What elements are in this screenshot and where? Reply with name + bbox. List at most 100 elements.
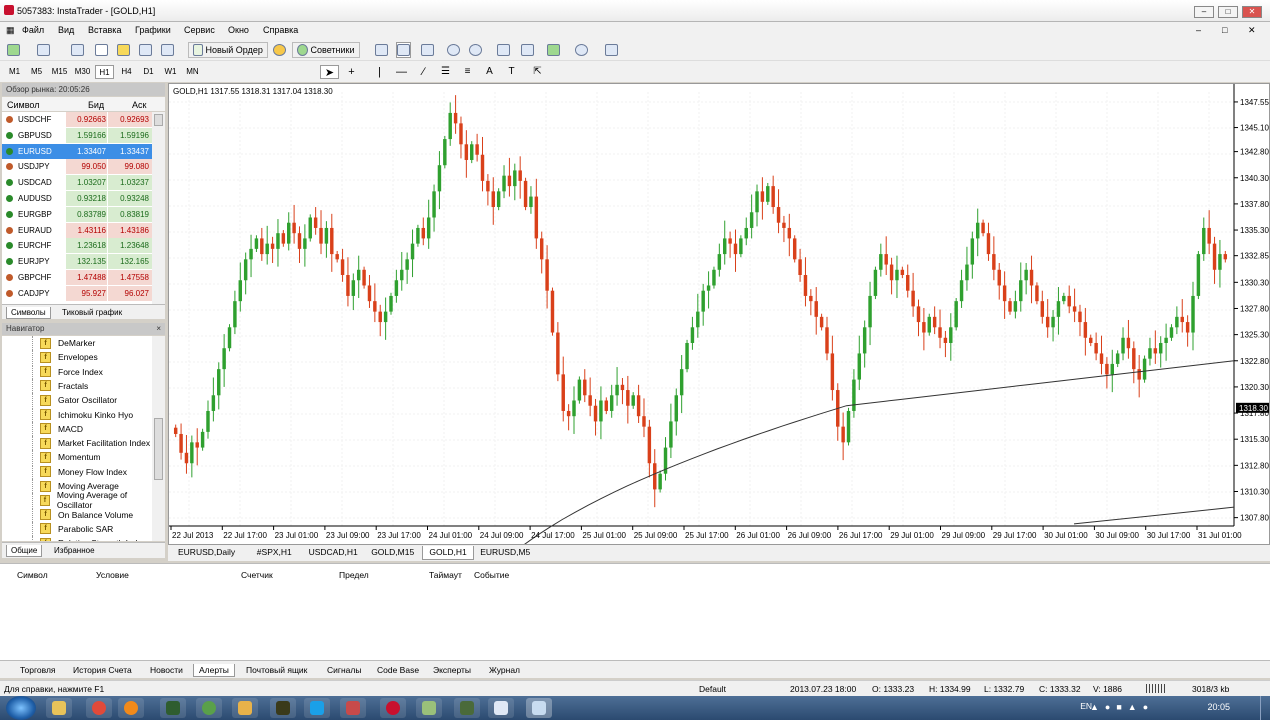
tab-journal[interactable]: Журнал bbox=[484, 664, 525, 676]
tab-experts[interactable]: Эксперты bbox=[428, 664, 476, 676]
new-chart-button[interactable] bbox=[6, 42, 21, 58]
tab-trade[interactable]: Торговля bbox=[15, 664, 61, 676]
tab-general[interactable]: Общие bbox=[6, 545, 43, 557]
taskbar-instatrader[interactable] bbox=[526, 698, 552, 718]
navigator-item[interactable]: f On Balance Volume bbox=[40, 508, 133, 522]
taskbar-app1[interactable] bbox=[160, 698, 186, 718]
zoom-out-button[interactable] bbox=[468, 42, 483, 58]
timeframe-m30[interactable]: M30 bbox=[72, 65, 93, 79]
channel-tool[interactable]: ☰ bbox=[436, 65, 455, 79]
market-row-eurchf[interactable]: EURCHF 1.23618 1.23648 bbox=[2, 238, 152, 254]
market-row-usdjpy[interactable]: USDJPY 99.050 99.080 bbox=[2, 159, 152, 175]
alerts-col-counter[interactable]: Счетчик bbox=[241, 570, 273, 580]
navigator-item[interactable]: f Market Facilitation Index bbox=[40, 436, 150, 450]
market-row-eurjpy[interactable]: EURJPY 132.135 132.165 bbox=[2, 254, 152, 270]
taskbar-app7[interactable] bbox=[416, 698, 442, 718]
navigator-item[interactable]: f Gator Oscillator bbox=[40, 393, 117, 407]
market-row-cadjpy[interactable]: CADJPY 95.927 96.027 bbox=[2, 285, 152, 301]
col-symbol[interactable]: Символ bbox=[7, 100, 39, 110]
tab-history[interactable]: История Счета bbox=[68, 664, 137, 676]
navigator-scrollbar[interactable] bbox=[152, 336, 165, 541]
tab-signals[interactable]: Сигналы bbox=[322, 664, 366, 676]
expert-advisors-button[interactable]: Советники bbox=[292, 42, 360, 58]
minimize-button[interactable]: – bbox=[1194, 6, 1214, 18]
metaeditor-button[interactable] bbox=[272, 42, 287, 58]
arrows-tool[interactable]: ⇱ bbox=[528, 65, 547, 79]
market-row-gbpusd[interactable]: GBPUSD 1.59166 1.59196 bbox=[2, 127, 152, 143]
tab-code-base[interactable]: Code Base bbox=[372, 664, 424, 676]
tab-symbols[interactable]: Символы bbox=[6, 307, 51, 319]
col-ask[interactable]: Аск bbox=[132, 100, 146, 110]
line-chart-button[interactable] bbox=[420, 42, 435, 58]
clock[interactable]: 20:05 bbox=[1207, 702, 1230, 712]
navigator-item[interactable]: f Force Index bbox=[40, 365, 103, 379]
market-row-euraud[interactable]: EURAUD 1.43116 1.43186 bbox=[2, 222, 152, 238]
periods-button[interactable] bbox=[574, 42, 589, 58]
navigator-item[interactable]: f Moving Average of Oscillator bbox=[40, 490, 152, 510]
tab-favorites[interactable]: Избранное bbox=[50, 545, 99, 556]
taskbar-app5[interactable] bbox=[340, 698, 366, 718]
tab-mailbox[interactable]: Почтовый ящик bbox=[241, 664, 312, 676]
market-row-gbpchf[interactable]: GBPCHF 1.47488 1.47558 bbox=[2, 270, 152, 285]
tray-icons[interactable]: ▲●■▲● bbox=[1090, 702, 1200, 714]
chart-tab[interactable]: GOLD,H1 bbox=[422, 546, 474, 560]
cursor-tool[interactable]: ➤ bbox=[320, 65, 339, 79]
timeframe-m5[interactable]: M5 bbox=[27, 65, 46, 79]
show-desktop-button[interactable] bbox=[1260, 696, 1270, 720]
timeframe-w1[interactable]: W1 bbox=[161, 65, 180, 79]
timeframe-d1[interactable]: D1 bbox=[139, 65, 158, 79]
indicators-button[interactable] bbox=[546, 42, 561, 58]
maximize-button[interactable]: □ bbox=[1218, 6, 1238, 18]
menu-file[interactable]: Файл bbox=[22, 25, 44, 35]
col-bid[interactable]: Бид bbox=[88, 100, 104, 110]
market-row-usdchf[interactable]: USDCHF 0.92663 0.92693 bbox=[2, 112, 152, 127]
vertical-line-tool[interactable]: | bbox=[370, 65, 389, 79]
taskbar-app2[interactable] bbox=[196, 698, 222, 718]
navigator-item[interactable]: f Parabolic SAR bbox=[40, 522, 113, 536]
bar-chart-button[interactable] bbox=[374, 42, 389, 58]
tab-alerts[interactable]: Алерты bbox=[193, 664, 235, 677]
chart-tab[interactable]: EURUSD,M5 bbox=[474, 546, 536, 560]
menu-tools[interactable]: Сервис bbox=[184, 25, 215, 35]
scroll-thumb[interactable] bbox=[154, 418, 163, 480]
navigator-item[interactable]: f Envelopes bbox=[40, 350, 98, 364]
navigator-item[interactable]: f Money Flow Index bbox=[40, 465, 127, 479]
market-watch-button[interactable] bbox=[70, 42, 85, 58]
menu-help[interactable]: Справка bbox=[263, 25, 298, 35]
chart-tab[interactable]: USDCAD,H1 bbox=[303, 546, 364, 560]
scroll-thumb[interactable] bbox=[154, 114, 163, 126]
strategy-tester-button[interactable] bbox=[160, 42, 175, 58]
fibonacci-tool[interactable]: ≡ bbox=[458, 65, 477, 79]
alerts-col-symbol[interactable]: Символ bbox=[17, 570, 48, 580]
terminal-button[interactable] bbox=[138, 42, 153, 58]
label-tool[interactable]: T bbox=[502, 65, 521, 79]
navigator-item[interactable]: f Fractals bbox=[40, 379, 88, 393]
chart-tab[interactable]: EURUSD,Daily bbox=[172, 546, 241, 560]
auto-scroll-button[interactable] bbox=[496, 42, 511, 58]
data-window-button[interactable] bbox=[94, 42, 109, 58]
candlestick-chart[interactable]: 1347.55 1345.10 1342.80 1340.30 1337.80 1335.… bbox=[169, 84, 1269, 544]
alerts-col-event[interactable]: Событие bbox=[474, 570, 509, 580]
taskbar-app9[interactable] bbox=[488, 698, 514, 718]
navigator-item[interactable]: f Momentum bbox=[40, 450, 101, 464]
timeframe-h1[interactable]: H1 bbox=[95, 65, 114, 79]
timeframe-mn[interactable]: MN bbox=[183, 65, 202, 79]
menu-insert[interactable]: Вставка bbox=[88, 25, 121, 35]
alerts-col-limit[interactable]: Предел bbox=[339, 570, 369, 580]
alerts-col-condition[interactable]: Условие bbox=[96, 570, 129, 580]
profiles-button[interactable] bbox=[36, 42, 51, 58]
market-row-usdcad[interactable]: USDCAD 1.03207 1.03237 bbox=[2, 175, 152, 191]
zoom-in-button[interactable] bbox=[446, 42, 461, 58]
market-row-eurusd[interactable]: EURUSD 1.33407 1.33437 bbox=[2, 143, 152, 159]
taskbar-skype[interactable] bbox=[304, 698, 330, 718]
mdi-restore-button[interactable]: □ bbox=[1222, 25, 1227, 35]
timeframe-m15[interactable]: M15 bbox=[49, 65, 70, 79]
navigator-item[interactable]: f Ichimoku Kinko Hyo bbox=[40, 408, 133, 422]
taskbar-chrome[interactable] bbox=[86, 698, 112, 718]
market-row-eurgbp[interactable]: EURGBP 0.83789 0.83819 bbox=[2, 206, 152, 222]
navigator-item[interactable]: f DeMarker bbox=[40, 336, 95, 350]
candlestick-button[interactable] bbox=[396, 42, 411, 58]
text-tool[interactable]: A bbox=[480, 65, 499, 79]
taskbar-firefox[interactable] bbox=[118, 698, 144, 718]
menu-charts[interactable]: Графики bbox=[135, 25, 171, 35]
